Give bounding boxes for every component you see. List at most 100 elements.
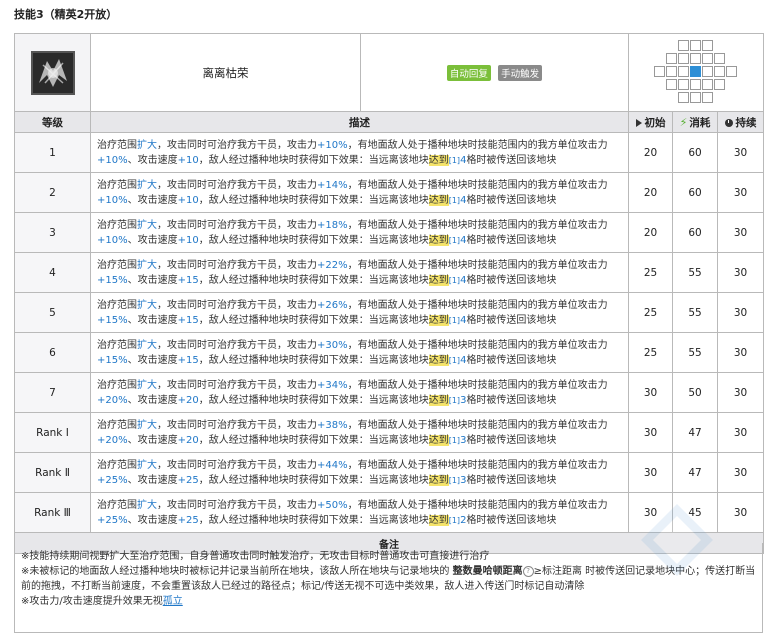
sp-initial-cell: 25 (628, 332, 673, 373)
sp-initial-cell: 30 (628, 412, 673, 453)
level-row: 5 治疗范围扩大，攻击同时可治疗我方干员，攻击力+26%，有地面敌人处于播种地块时… (14, 292, 765, 333)
range-cell (690, 52, 701, 64)
reference-link[interactable]: [1] (449, 316, 460, 325)
skill-tags: 自动回复 手动触发 (360, 33, 629, 112)
duration-cell: 30 (716, 492, 765, 533)
range-cell (702, 39, 713, 51)
description-cell: 治疗范围扩大，攻击同时可治疗我方干员，攻击力+34%，有地面敌人处于播种地块时技… (90, 372, 629, 413)
header-description: 描述 (90, 111, 629, 133)
duration-cell: 30 (716, 412, 765, 453)
sp-initial-cell: 25 (628, 252, 673, 293)
range-cell (678, 78, 689, 90)
level-cell: Rank Ⅰ (14, 412, 91, 453)
range-cell (678, 52, 689, 64)
duration-cell: 30 (716, 292, 765, 333)
description-cell: 治疗范围扩大，攻击同时可治疗我方干员，攻击力+18%，有地面敌人处于播种地块时技… (90, 212, 629, 253)
duration-cell: 30 (716, 372, 765, 413)
range-cell (714, 52, 725, 64)
isolation-link[interactable]: 孤立 (163, 596, 183, 607)
skill-name: 离离枯荣 (90, 33, 361, 112)
sp-cost-cell: 47 (672, 452, 718, 493)
skill-icon-cell (14, 33, 91, 112)
reference-link[interactable]: [1] (449, 436, 460, 445)
range-cell (702, 91, 713, 103)
level-row: 2 治疗范围扩大，攻击同时可治疗我方干员，攻击力+14%，有地面敌人处于播种地块时… (14, 172, 765, 213)
level-cell: 5 (14, 292, 91, 333)
skill-icon (30, 50, 75, 95)
sp-cost-cell: 55 (672, 292, 718, 333)
level-row: 7 治疗范围扩大，攻击同时可治疗我方干员，攻击力+34%，有地面敌人处于播种地块时… (14, 372, 765, 413)
level-cell: 6 (14, 332, 91, 373)
sp-cost-cell: 60 (672, 212, 718, 253)
reference-link[interactable]: [1] (449, 236, 460, 245)
sp-cost-cell: 47 (672, 412, 718, 453)
range-cell (702, 65, 713, 77)
level-row: 3 治疗范围扩大，攻击同时可治疗我方干员，攻击力+18%，有地面敌人处于播种地块时… (14, 212, 765, 253)
reference-link[interactable]: [1] (449, 196, 460, 205)
tag-auto-recovery: 自动回复 (446, 64, 491, 81)
range-cell (678, 91, 689, 103)
skill-table: 离离枯荣 自动回复 手动触发 等级 描述 初始 ⚡ 消耗 持续 1 治疗范围扩大，攻… (13, 33, 765, 554)
tag-manual-trigger: 手动触发 (498, 64, 543, 81)
level-row: 1 治疗范围扩大，攻击同时可治疗我方干员，攻击力+10%，有地面敌人处于播种地块时… (14, 132, 765, 173)
duration-cell: 30 (716, 172, 765, 213)
description-cell: 治疗范围扩大，攻击同时可治疗我方干员，攻击力+14%，有地面敌人处于播种地块时技… (90, 172, 629, 213)
sp-cost-cell: 60 (672, 132, 718, 173)
range-cell (666, 52, 677, 64)
header-sp-cost: ⚡ 消耗 (672, 111, 718, 133)
level-cell: 1 (14, 132, 91, 173)
sp-initial-cell: 20 (628, 212, 673, 253)
header-level: 等级 (14, 111, 91, 133)
description-cell: 治疗范围扩大，攻击同时可治疗我方干员，攻击力+50%，有地面敌人处于播种地块时技… (90, 492, 629, 533)
sp-initial-cell: 20 (628, 132, 673, 173)
header-duration: 持续 (716, 111, 765, 133)
sp-cost-cell: 60 (672, 172, 718, 213)
page-title: 技能3（精英2开放） (14, 8, 118, 21)
reference-link[interactable]: [1] (449, 156, 460, 165)
description-cell: 治疗范围扩大，攻击同时可治疗我方干员，攻击力+26%，有地面敌人处于播种地块时技… (90, 292, 629, 333)
range-cell (690, 39, 701, 51)
range-cell (726, 65, 737, 77)
range-cell (714, 78, 725, 90)
level-cell: 3 (14, 212, 91, 253)
sp-cost-cell: 55 (672, 332, 718, 373)
level-cell: 7 (14, 372, 91, 413)
watermark-logo (641, 504, 713, 576)
range-cell (678, 65, 689, 77)
range-cell (702, 78, 713, 90)
description-cell: 治疗范围扩大，攻击同时可治疗我方干员，攻击力+22%，有地面敌人处于播种地块时技… (90, 252, 629, 293)
sp-initial-cell: 25 (628, 292, 673, 333)
description-cell: 治疗范围扩大，攻击同时可治疗我方干员，攻击力+44%，有地面敌人处于播种地块时技… (90, 452, 629, 493)
sp-initial-cell: 30 (628, 452, 673, 493)
range-cell (654, 65, 665, 77)
description-cell: 治疗范围扩大，攻击同时可治疗我方干员，攻击力+10%，有地面敌人处于播种地块时技… (90, 132, 629, 173)
range-cell (690, 65, 701, 77)
range-cell (690, 91, 701, 103)
description-cell: 治疗范围扩大，攻击同时可治疗我方干员，攻击力+30%，有地面敌人处于播种地块时技… (90, 332, 629, 373)
range-cell (690, 78, 701, 90)
sp-initial-cell: 20 (628, 172, 673, 213)
range-cell (666, 78, 677, 90)
range-cell (678, 39, 689, 51)
reference-link[interactable]: [1] (449, 516, 460, 525)
level-cell: 2 (14, 172, 91, 213)
reference-link[interactable]: [1] (449, 476, 460, 485)
bolt-icon: ⚡ (679, 115, 688, 129)
reference-link[interactable]: [1] (449, 356, 460, 365)
duration-cell: 30 (716, 132, 765, 173)
level-cell: Rank Ⅲ (14, 492, 91, 533)
header-sp-initial: 初始 (628, 111, 673, 133)
description-cell: 治疗范围扩大，攻击同时可治疗我方干员，攻击力+38%，有地面敌人处于播种地块时技… (90, 412, 629, 453)
play-icon (635, 118, 642, 127)
range-cell (702, 52, 713, 64)
duration-cell: 30 (716, 212, 765, 253)
reference-link[interactable]: [1] (449, 276, 460, 285)
duration-cell: 30 (716, 252, 765, 293)
level-cell: 4 (14, 252, 91, 293)
level-row: Rank Ⅱ 治疗范围扩大，攻击同时可治疗我方干员，攻击力+44%，有地面敌人处于… (14, 452, 765, 493)
level-cell: Rank Ⅱ (14, 452, 91, 493)
level-row: 4 治疗范围扩大，攻击同时可治疗我方干员，攻击力+22%，有地面敌人处于播种地块时… (14, 252, 765, 293)
sp-cost-cell: 50 (672, 372, 718, 413)
help-icon[interactable]: ? (522, 565, 534, 577)
reference-link[interactable]: [1] (449, 396, 460, 405)
